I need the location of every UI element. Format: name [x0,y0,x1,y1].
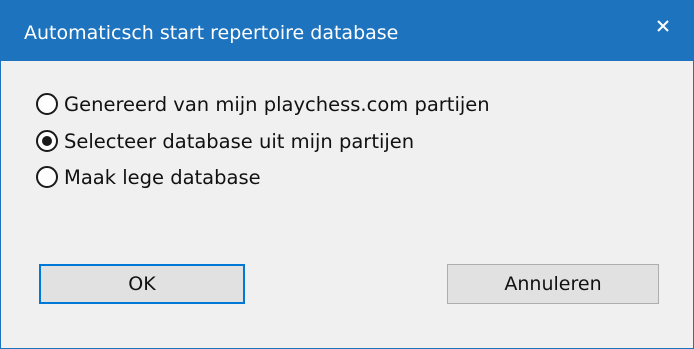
radio-label: Maak lege database [64,165,261,189]
title-bar: Automaticsch start repertoire database [1,1,693,61]
radio-button[interactable] [36,166,58,188]
cancel-button[interactable]: Annuleren [447,264,659,304]
close-icon [657,20,669,32]
radio-option-empty-database[interactable]: Maak lege database [36,162,261,192]
radio-label: Selecteer database uit mijn partijen [64,129,415,153]
radio-button[interactable] [36,130,58,152]
ok-button[interactable]: OK [39,264,245,304]
radio-button[interactable] [36,93,58,115]
radio-option-select-database[interactable]: Selecteer database uit mijn partijen [36,126,414,156]
close-button[interactable] [633,1,693,61]
dialog-window: Automaticsch start repertoire database G… [0,0,694,349]
radio-label: Genereerd van mijn playchess.com partije… [64,92,490,116]
dialog-content: Genereerd van mijn playchess.com partije… [1,61,693,348]
radio-option-playchess[interactable]: Genereerd van mijn playchess.com partije… [36,89,490,119]
dialog-title: Automaticsch start repertoire database [24,22,399,44]
